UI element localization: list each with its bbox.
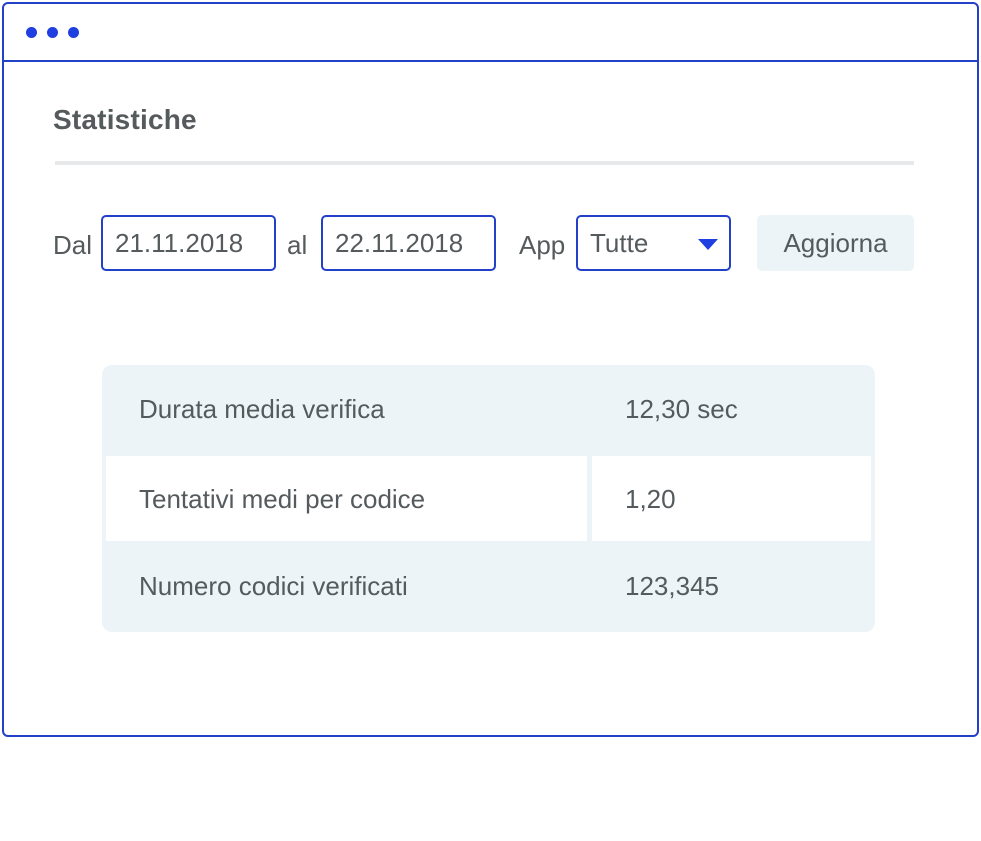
stats-table: Durata media verifica 12,30 sec Tentativ… <box>102 365 875 632</box>
date-from-label: Dal <box>53 230 93 260</box>
title-divider <box>55 161 914 165</box>
stat-value: 12,30 sec <box>625 394 738 424</box>
window-titlebar <box>4 4 977 62</box>
date-from-input[interactable]: 21.11.2018 <box>101 215 276 271</box>
page-title: Statistiche <box>53 104 197 135</box>
refresh-button[interactable]: Aggiorna <box>757 215 914 271</box>
stat-label: Tentativi medi per codice <box>139 484 426 514</box>
table-row: Durata media verifica 12,30 sec <box>102 365 875 453</box>
app-filter-label: App <box>519 230 566 260</box>
date-to-input[interactable]: 22.11.2018 <box>321 215 496 271</box>
app-select[interactable]: Tutte <box>576 215 731 271</box>
stat-value: 123,345 <box>625 571 719 601</box>
app-select-value: Tutte <box>590 228 649 258</box>
stat-value: 1,20 <box>625 484 676 514</box>
stat-label: Durata media verifica <box>139 394 385 424</box>
table-row: Tentativi medi per codice 1,20 <box>102 453 875 541</box>
table-row: Numero codici verificati 123,345 <box>102 543 875 631</box>
chevron-down-icon[interactable] <box>698 239 718 250</box>
window-dot-icon <box>68 27 79 38</box>
window-dot-icon <box>26 27 37 38</box>
stat-label: Numero codici verificati <box>139 571 408 601</box>
date-from-value: 21.11.2018 <box>115 228 244 258</box>
window-dot-icon <box>47 27 58 38</box>
date-to-value: 22.11.2018 <box>335 228 464 258</box>
date-to-label: al <box>287 230 308 260</box>
